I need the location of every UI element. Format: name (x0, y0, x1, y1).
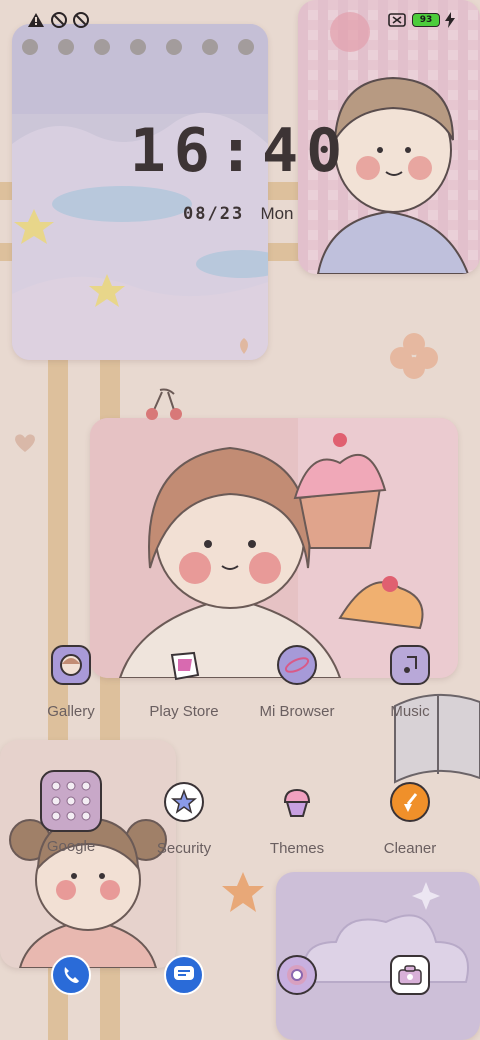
app-cleaner[interactable]: Cleaner (355, 782, 465, 857)
app-play-store[interactable]: Play Store (129, 645, 239, 720)
heart-decoration (15, 434, 35, 452)
app-label: Security (156, 840, 212, 857)
girl-portrait-card (90, 418, 458, 678)
charging-icon (445, 12, 455, 28)
app-themes[interactable]: Themes (242, 782, 352, 857)
clock-date: 08/23 Mon (183, 204, 294, 224)
clock-time: 16:40 (129, 116, 351, 186)
app-gallery[interactable]: Gallery (16, 645, 126, 720)
camera-icon (390, 955, 430, 995)
dock-chrome[interactable] (277, 955, 317, 995)
cleaner-icon (390, 782, 430, 822)
alarm-off-icon (51, 12, 67, 28)
app-music[interactable]: Music (355, 645, 465, 720)
warning-icon (28, 13, 44, 27)
play-store-icon (164, 645, 204, 685)
app-label: Play Store (149, 703, 219, 720)
app-security[interactable]: Security (129, 782, 239, 857)
status-bar: 93 (0, 0, 480, 40)
folder-google[interactable]: Google (16, 770, 126, 855)
dock-phone[interactable] (51, 955, 91, 995)
app-label: Google (46, 838, 96, 855)
music-icon (390, 645, 430, 685)
app-label: Music (390, 703, 430, 720)
messages-icon (164, 955, 204, 995)
dock-messages[interactable] (164, 955, 204, 995)
themes-icon (277, 782, 317, 822)
app-label: Mi Browser (259, 703, 335, 720)
app-label: Gallery (47, 703, 95, 720)
alarm-off-icon (73, 12, 89, 28)
battery-icon: 93 (412, 13, 440, 27)
sim-off-icon (388, 13, 406, 27)
chrome-icon (277, 955, 317, 995)
dock-camera[interactable] (390, 955, 430, 995)
app-mi-browser[interactable]: Mi Browser (242, 645, 352, 720)
cherry-decoration (146, 388, 182, 420)
clock-date-value: 08/23 (183, 204, 245, 224)
star-decoration (222, 872, 264, 912)
app-label: Themes (269, 840, 325, 857)
folder-icon (40, 770, 102, 832)
clock-day: Mon (260, 204, 294, 223)
browser-icon (277, 645, 317, 685)
security-icon (164, 782, 204, 822)
flower-decoration (390, 333, 438, 379)
app-label: Cleaner (383, 840, 437, 857)
phone-icon (51, 955, 91, 995)
gallery-icon (51, 645, 91, 685)
battery-level: 93 (419, 15, 433, 25)
